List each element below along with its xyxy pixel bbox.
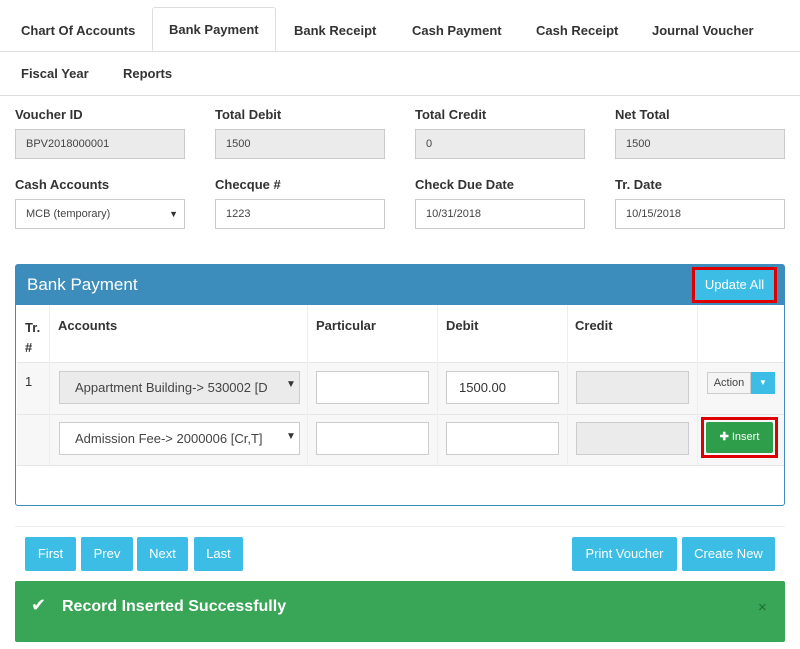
total-credit-field[interactable]: 0 [415, 129, 585, 159]
row-1-particular-input[interactable] [316, 371, 429, 404]
tab-reports[interactable]: Reports [107, 52, 188, 95]
col-divider [697, 305, 698, 465]
cash-accounts-select[interactable]: MCB (temporary) ▼ [15, 199, 185, 229]
panel-header: Bank Payment Update All [16, 265, 784, 305]
insert-label: Insert [731, 431, 760, 443]
row-divider [17, 414, 784, 415]
col-divider [567, 305, 568, 465]
create-new-button[interactable]: Create New [682, 537, 775, 571]
row-2-account-value: Admission Fee-> 2000006 [Cr,T] [75, 431, 263, 446]
row-1-account-value: Appartment Building-> 530002 [D [75, 380, 268, 395]
table-bottom-divider [17, 465, 784, 466]
row-1-account-select[interactable]: Appartment Building-> 530002 [D [59, 371, 300, 404]
row-2-debit-input[interactable] [446, 422, 559, 455]
bank-payment-panel: Bank Payment Update All Tr. # Accounts P… [15, 264, 785, 506]
tab-bar: Chart Of Accounts Bank Payment Bank Rece… [0, 0, 800, 96]
column-header-accounts: Accounts [58, 318, 118, 333]
first-button[interactable]: First [25, 537, 76, 571]
total-credit-label: Total Credit [415, 107, 487, 122]
row-1-credit-input[interactable] [576, 371, 689, 404]
tr-date-field[interactable]: 10/15/2018 [615, 199, 785, 229]
cash-accounts-label: Cash Accounts [15, 177, 110, 192]
tab-bank-payment[interactable]: Bank Payment [152, 7, 276, 51]
column-header-particular: Particular [316, 318, 376, 333]
voucher-id-field[interactable]: BPV2018000001 [15, 129, 185, 159]
prev-button[interactable]: Prev [81, 537, 133, 571]
row-1-tr: 1 [25, 374, 33, 389]
row-2-credit-input[interactable] [576, 422, 689, 455]
net-total-label: Net Total [615, 107, 670, 122]
col-divider [307, 305, 308, 465]
divider [15, 526, 785, 527]
total-debit-label: Total Debit [215, 107, 282, 122]
column-header-credit: Credit [575, 318, 613, 333]
row-2-particular-input[interactable] [316, 422, 429, 455]
row-1-debit-input[interactable]: 1500.00 [446, 371, 559, 404]
tab-journal-voucher[interactable]: Journal Voucher [636, 9, 770, 52]
cash-accounts-value: MCB (temporary) [26, 208, 111, 220]
panel-title: Bank Payment [27, 275, 138, 294]
caret-down-icon: ▼ [286, 379, 296, 390]
tab-chart-of-accounts[interactable]: Chart Of Accounts [5, 9, 151, 52]
tab-fiscal-year[interactable]: Fiscal Year [5, 52, 105, 95]
row-1-action-button[interactable]: Action [707, 372, 751, 394]
close-icon[interactable]: × [758, 599, 767, 616]
update-all-button[interactable]: Update All [692, 267, 777, 303]
check-due-date-field[interactable]: 10/31/2018 [415, 199, 585, 229]
tab-bank-receipt[interactable]: Bank Receipt [278, 9, 392, 52]
check-icon: ✔ [31, 595, 47, 615]
voucher-id-label: Voucher ID [15, 107, 83, 122]
check-due-date-label: Check Due Date [415, 177, 514, 192]
update-all-label: Update All [695, 270, 774, 300]
success-alert: ✔ Record Inserted Successfully × [15, 581, 785, 642]
tab-cash-receipt[interactable]: Cash Receipt [520, 9, 634, 52]
total-debit-field[interactable]: 1500 [215, 129, 385, 159]
tab-cash-payment[interactable]: Cash Payment [396, 9, 518, 52]
plus-icon: ✚ [719, 431, 729, 443]
caret-down-icon: ▼ [169, 209, 178, 219]
header-divider [17, 362, 784, 363]
col-divider [49, 305, 50, 465]
net-total-field[interactable]: 1500 [615, 129, 785, 159]
insert-button-highlight: ✚ Insert [701, 417, 778, 458]
tr-date-label: Tr. Date [615, 177, 662, 192]
caret-down-icon[interactable]: ▼ [751, 372, 775, 394]
alert-message: Record Inserted Successfully [62, 598, 287, 615]
column-header-debit: Debit [446, 318, 479, 333]
caret-down-icon: ▼ [286, 431, 296, 442]
print-voucher-button[interactable]: Print Voucher [572, 537, 677, 571]
last-button[interactable]: Last [194, 537, 243, 571]
cheque-field[interactable]: 1223 [215, 199, 385, 229]
column-header-tr: Tr. # [25, 320, 41, 355]
next-button[interactable]: Next [137, 537, 188, 571]
insert-button[interactable]: ✚ Insert [706, 422, 773, 453]
row-2-account-select[interactable]: Admission Fee-> 2000006 [Cr,T] [59, 422, 300, 455]
col-divider [437, 305, 438, 465]
cheque-label: Checque # [215, 177, 281, 192]
